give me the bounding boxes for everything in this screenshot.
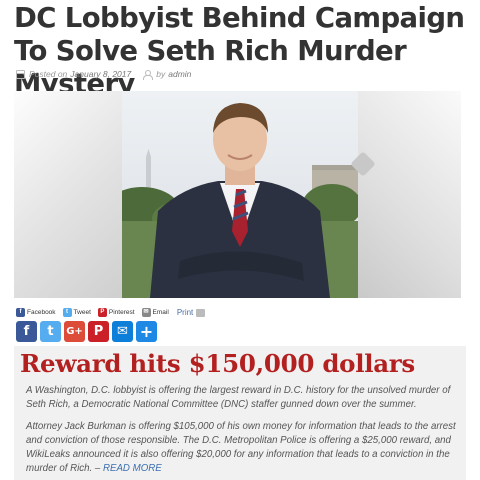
article-paragraph-2: Attorney Jack Burkman is offering $105,0… <box>26 420 462 476</box>
share-email-label: Email <box>152 309 169 316</box>
share-pinterest-label: Pinterest <box>108 309 135 316</box>
more-share-button[interactable]: + <box>136 321 157 342</box>
portrait-photo <box>122 91 358 298</box>
share-bar-small: f Facebook t Tweet P Pinterest ✉ Email P… <box>16 308 206 317</box>
featured-image <box>14 91 461 298</box>
share-facebook-small[interactable]: f Facebook <box>16 308 56 317</box>
posted-on-label: Posted on <box>29 69 68 79</box>
facebook-share-button[interactable]: f <box>16 321 37 342</box>
email-share-button[interactable]: ✉ <box>112 321 133 342</box>
share-tweet-small[interactable]: t Tweet <box>62 308 91 317</box>
image-fade-left <box>14 91 122 298</box>
article-paragraph-2-text: Attorney Jack Burkman is offering $105,0… <box>26 421 456 474</box>
post-date-link[interactable]: January 8, 2017 <box>70 69 131 79</box>
post-meta: Posted on January 8, 2017 by admin <box>16 69 191 80</box>
calendar-icon <box>16 69 25 79</box>
user-icon <box>143 69 154 80</box>
article-paragraph-1: A Washington, D.C. lobbyist is offering … <box>26 385 451 410</box>
article-title: DC Lobbyist Behind Campaign To Solve Set… <box>14 2 465 100</box>
reward-headline: Reward hits $150,000 dollars <box>20 349 415 378</box>
share-facebook-label: Facebook <box>27 309 56 316</box>
google-plus-share-button[interactable]: G+ <box>64 321 85 342</box>
share-bar-large: f t G+ P ✉ + <box>16 321 160 342</box>
facebook-icon: f <box>16 308 25 317</box>
twitter-icon: t <box>62 308 72 317</box>
share-pinterest-small[interactable]: P Pinterest <box>97 308 135 317</box>
pinterest-share-button[interactable]: P <box>88 321 109 342</box>
by-label: by <box>156 69 166 79</box>
pinterest-icon: P <box>97 308 107 317</box>
article-body: Reward hits $150,000 dollars A Washingto… <box>14 346 466 480</box>
twitter-share-button[interactable]: t <box>40 321 61 342</box>
share-email-small[interactable]: ✉ Email <box>141 308 169 317</box>
share-tweet-label: Tweet <box>73 309 91 316</box>
author-link[interactable]: admin <box>168 69 191 79</box>
image-fade-right <box>358 91 461 298</box>
read-more-link[interactable]: READ MORE <box>103 463 162 474</box>
printer-icon[interactable] <box>196 308 206 317</box>
print-link[interactable]: Print <box>177 308 193 317</box>
email-icon: ✉ <box>141 308 151 317</box>
